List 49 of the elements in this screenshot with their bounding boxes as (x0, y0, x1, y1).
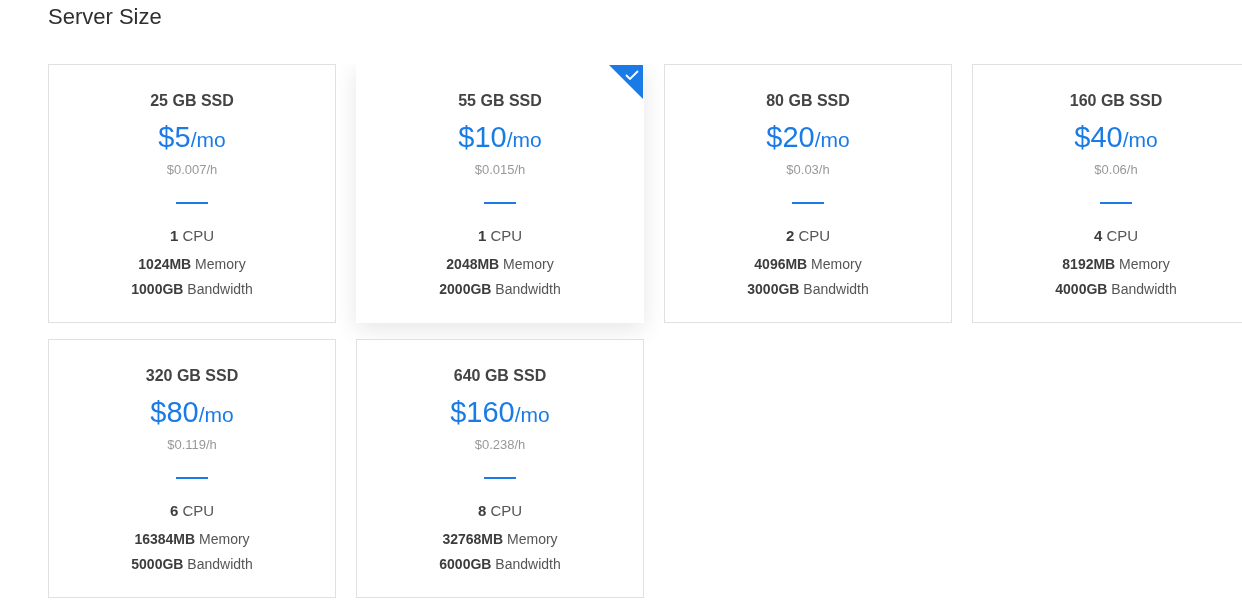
storage-title: 80 GB SSD (766, 91, 850, 111)
plan-card[interactable]: 25 GB SSD $5/mo $0.007/h 1 CPU 1024MB Memory 1000GB Bandwidth (48, 64, 336, 323)
hourly-price: $0.007/h (166, 162, 218, 178)
monthly-price: $10/mo (458, 120, 542, 155)
storage-title: 25 GB SSD (150, 91, 234, 111)
hourly-price: $0.015/h (474, 162, 526, 178)
cpu-spec: 4 CPU (1093, 226, 1139, 246)
accent-divider (176, 477, 208, 479)
cpu-spec: 8 CPU (477, 501, 523, 521)
accent-divider (484, 477, 516, 479)
monthly-price: $80/mo (150, 395, 234, 430)
bandwidth-spec: 6000GB Bandwidth (439, 555, 561, 574)
bandwidth-spec: 3000GB Bandwidth (747, 280, 869, 299)
memory-spec: 8192MB Memory (1062, 255, 1170, 274)
plan-card[interactable]: 80 GB SSD $20/mo $0.03/h 2 CPU 4096MB Memory 3000GB Bandwidth (664, 64, 952, 323)
accent-divider (484, 202, 516, 204)
accent-divider (792, 202, 824, 204)
hourly-price: $0.06/h (1094, 162, 1138, 178)
bandwidth-spec: 5000GB Bandwidth (131, 555, 253, 574)
bandwidth-spec: 1000GB Bandwidth (131, 280, 253, 299)
hourly-price: $0.119/h (167, 437, 217, 453)
bandwidth-spec: 4000GB Bandwidth (1055, 280, 1177, 299)
monthly-price: $160/mo (450, 395, 550, 430)
plan-card[interactable]: 55 GB SSD $10/mo $0.015/h 1 CPU 2048MB Memory 2000GB Bandwidth (356, 64, 644, 323)
storage-title: 320 GB SSD (145, 366, 239, 386)
monthly-price: $40/mo (1074, 120, 1158, 155)
bandwidth-spec: 2000GB Bandwidth (439, 280, 561, 299)
accent-divider (176, 202, 208, 204)
hourly-price: $0.03/h (786, 162, 830, 178)
cpu-spec: 2 CPU (785, 226, 831, 246)
plan-card[interactable]: 160 GB SSD $40/mo $0.06/h 4 CPU 8192MB Memory 4000GB Bandwidth (972, 64, 1242, 323)
memory-spec: 2048MB Memory (446, 255, 554, 274)
memory-spec: 1024MB Memory (138, 255, 246, 274)
storage-title: 160 GB SSD (1069, 91, 1163, 111)
storage-title: 55 GB SSD (458, 91, 542, 111)
storage-title: 640 GB SSD (453, 366, 547, 386)
cpu-spec: 1 CPU (169, 226, 215, 246)
monthly-price: $20/mo (766, 120, 850, 155)
memory-spec: 16384MB Memory (134, 530, 250, 549)
hourly-price: $0.238/h (474, 437, 526, 453)
cpu-spec: 1 CPU (477, 226, 523, 246)
section-heading: Server Size (48, 3, 162, 31)
memory-spec: 4096MB Memory (754, 255, 862, 274)
plan-card[interactable]: 320 GB SSD $80/mo $0.119/h 6 CPU 16384MB Memory 5000GB Bandwidth (48, 339, 336, 598)
memory-spec: 32768MB Memory (442, 530, 558, 549)
plan-card[interactable]: 640 GB SSD $160/mo $0.238/h 8 CPU 32768MB Memory 6000GB Bandwidth (356, 339, 644, 598)
accent-divider (1100, 202, 1132, 204)
monthly-price: $5/mo (158, 120, 226, 155)
cpu-spec: 6 CPU (169, 501, 215, 521)
